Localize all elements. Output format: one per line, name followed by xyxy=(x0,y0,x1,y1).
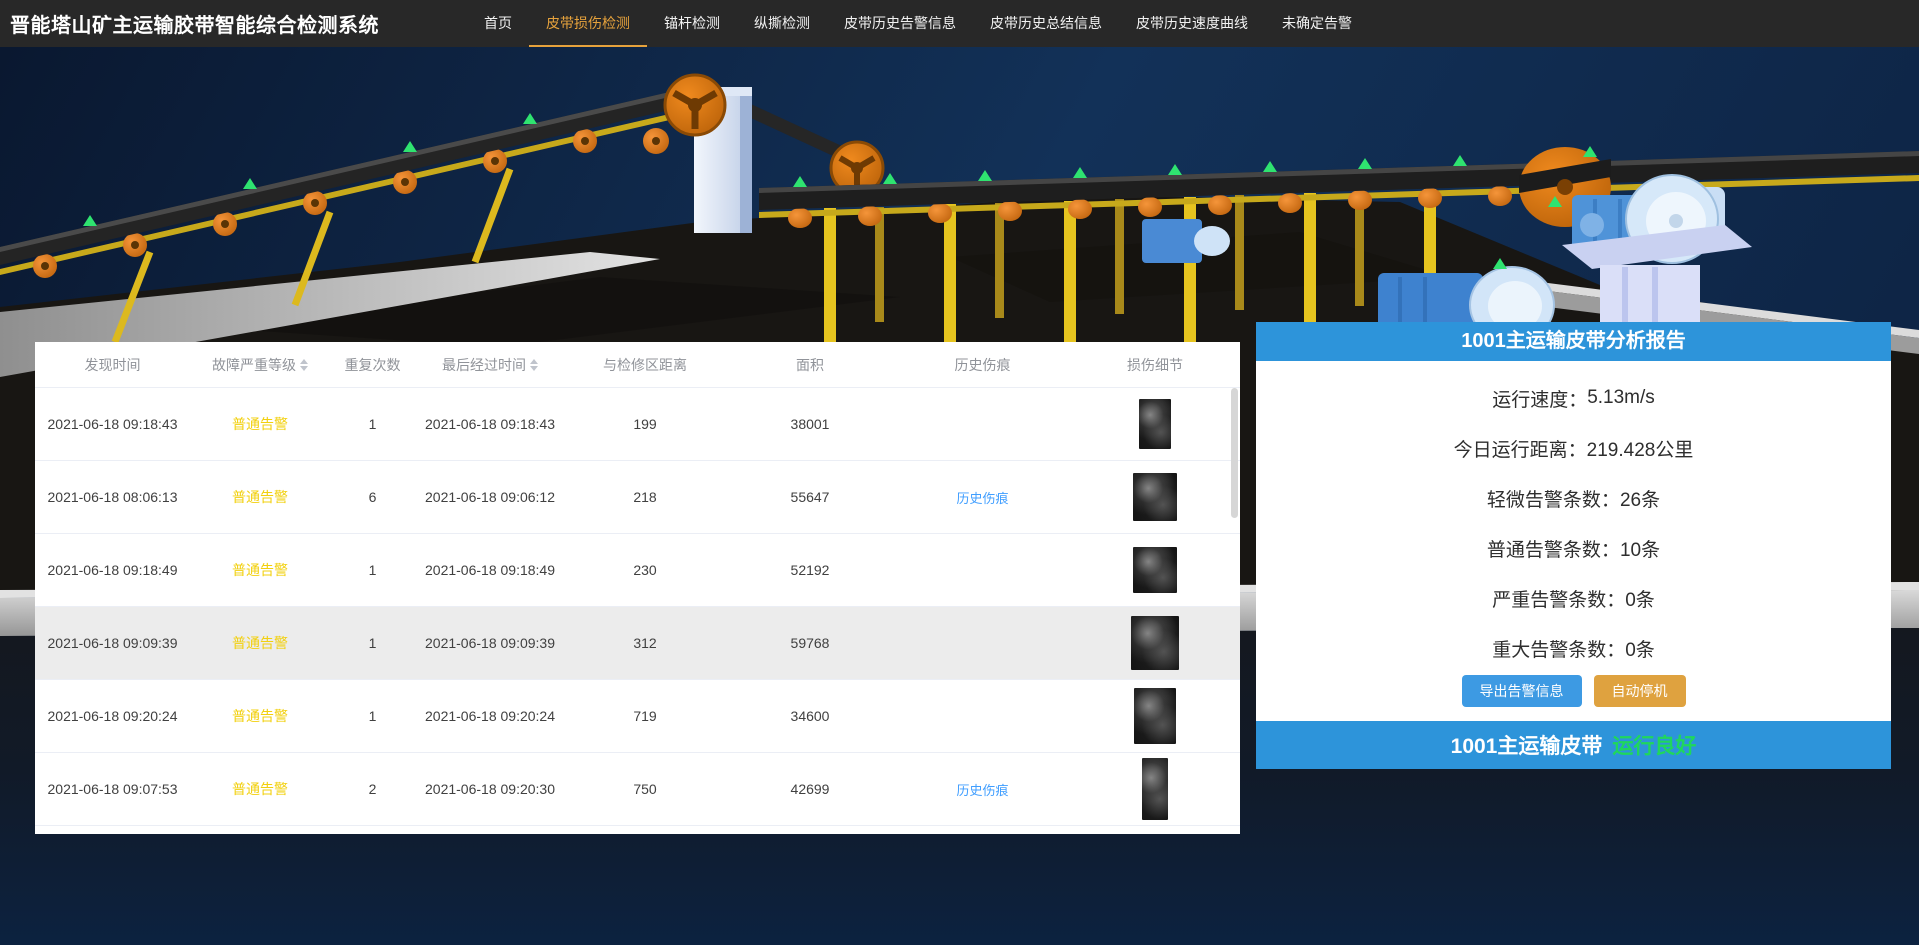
sort-caret-severity[interactable] xyxy=(300,359,308,371)
cell-time: 2021-06-18 09:18:43 xyxy=(35,416,190,432)
cell-time: 2021-06-18 09:18:49 xyxy=(35,562,190,578)
col-repeat-count: 重复次数 xyxy=(330,355,415,375)
nav-item-home[interactable]: 首页 xyxy=(467,0,529,47)
damage-thumbnail[interactable] xyxy=(1133,473,1177,521)
cell-area: 55647 xyxy=(725,489,895,505)
severity-badge: 普通告警 xyxy=(190,560,330,580)
nav-menu: 首页 皮带损伤检测 锚杆检测 纵撕检测 皮带历史告警信息 皮带历史总结信息 皮带… xyxy=(467,0,1369,47)
cell-area: 34600 xyxy=(725,708,895,724)
report-footer: 1001主运输皮带 运行良好 xyxy=(1256,721,1891,769)
cell-area: 52192 xyxy=(725,562,895,578)
history-scar-link[interactable]: 历史伤痕 xyxy=(956,491,1008,506)
table-row[interactable]: 2021-06-18 09:18:43 普通告警 1 2021-06-18 09… xyxy=(35,388,1240,461)
col-damage-detail: 损伤细节 xyxy=(1070,355,1240,375)
col-history-scar: 历史伤痕 xyxy=(895,355,1070,375)
severity-badge: 普通告警 xyxy=(190,633,330,653)
cell-last-time: 2021-06-18 09:20:24 xyxy=(415,708,565,724)
nav-item-history-speed-curve[interactable]: 皮带历史速度曲线 xyxy=(1119,0,1265,47)
cell-distance: 199 xyxy=(565,416,725,432)
cell-repeat: 1 xyxy=(330,708,415,724)
cell-repeat: 1 xyxy=(330,416,415,432)
report-body: 运行速度：5.13m/s 今日运行距离：219.428公里 轻微告警条数：26条… xyxy=(1256,361,1891,721)
cell-distance: 218 xyxy=(565,489,725,505)
table-row[interactable]: 2021-06-18 09:18:49 普通告警 1 2021-06-18 09… xyxy=(35,534,1240,607)
table-scrollbar[interactable] xyxy=(1231,388,1238,518)
cell-last-time: 2021-06-18 09:18:49 xyxy=(415,562,565,578)
cell-last-time: 2021-06-18 09:18:43 xyxy=(415,416,565,432)
metric-distance-today: 今日运行距离：219.428公里 xyxy=(1256,423,1891,473)
cell-area: 59768 xyxy=(725,635,895,651)
col-last-pass-time: 最后经过时间 xyxy=(415,355,565,375)
cell-distance: 719 xyxy=(565,708,725,724)
cell-distance: 312 xyxy=(565,635,725,651)
severity-badge: 普通告警 xyxy=(190,779,330,799)
export-alarm-info-button[interactable]: 导出告警信息 xyxy=(1462,675,1582,707)
report-title: 1001主运输皮带分析报告 xyxy=(1256,322,1891,361)
damage-thumbnail[interactable] xyxy=(1133,547,1177,593)
col-area: 面积 xyxy=(725,355,895,375)
col-fault-severity: 故障严重等级 xyxy=(190,355,330,375)
table-row[interactable]: 2021-06-18 09:07:53 普通告警 2 2021-06-18 09… xyxy=(35,753,1240,826)
cell-last-time: 2021-06-18 09:06:12 xyxy=(415,489,565,505)
nav-item-unconfirmed-alarm[interactable]: 未确定告警 xyxy=(1265,0,1369,47)
severity-badge: 普通告警 xyxy=(190,706,330,726)
metric-normal-alarms: 普通告警条数：10条 xyxy=(1256,523,1891,573)
severity-badge: 普通告警 xyxy=(190,487,330,507)
table-row[interactable]: 2021-06-18 09:20:24 普通告警 1 2021-06-18 09… xyxy=(35,680,1240,753)
cell-area: 38001 xyxy=(725,416,895,432)
auto-stop-button[interactable]: 自动停机 xyxy=(1594,675,1686,707)
cell-last-time: 2021-06-18 09:09:39 xyxy=(415,635,565,651)
nav-item-history-alarm-info[interactable]: 皮带历史告警信息 xyxy=(827,0,973,47)
sort-caret-last-time[interactable] xyxy=(530,359,538,371)
metric-severe-value: 0条 xyxy=(1625,585,1655,612)
cell-area: 42699 xyxy=(725,781,895,797)
cell-distance: 230 xyxy=(565,562,725,578)
nav-item-belt-damage-detection[interactable]: 皮带损伤检测 xyxy=(529,0,647,47)
metric-normal-value: 10条 xyxy=(1620,535,1660,562)
metric-major-alarms: 重大告警条数：0条 xyxy=(1256,623,1891,673)
metric-distance-value: 219.428公里 xyxy=(1587,435,1694,462)
damage-table-card: 发现时间 故障严重等级 重复次数 最后经过时间 与检修区距离 面积 历史伤痕 损… xyxy=(35,342,1240,834)
damage-thumbnail[interactable] xyxy=(1142,758,1168,820)
nav-item-history-summary-info[interactable]: 皮带历史总结信息 xyxy=(973,0,1119,47)
cell-distance: 750 xyxy=(565,781,725,797)
table-row[interactable]: 2021-06-18 08:06:13 普通告警 6 2021-06-18 09… xyxy=(35,461,1240,534)
top-nav: 晋能塔山矿主运输胶带智能综合检测系统 首页 皮带损伤检测 锚杆检测 纵撕检测 皮… xyxy=(0,0,1919,47)
damage-thumbnail[interactable] xyxy=(1139,399,1171,449)
cell-time: 2021-06-18 09:09:39 xyxy=(35,635,190,651)
history-scar-link[interactable]: 历史伤痕 xyxy=(956,783,1008,798)
damage-thumbnail[interactable] xyxy=(1131,616,1179,670)
damage-thumbnail[interactable] xyxy=(1134,688,1176,744)
table-row[interactable]: 2021-06-18 09:09:39 普通告警 1 2021-06-18 09… xyxy=(35,607,1240,680)
belt-status: 运行良好 xyxy=(1612,730,1696,760)
table-row[interactable]: 2021-06-18 09:41:06 普通告警 1 2021-06-18 09… xyxy=(35,826,1240,834)
cell-time: 2021-06-18 09:07:53 xyxy=(35,781,190,797)
report-actions: 导出告警信息 自动停机 xyxy=(1256,675,1891,707)
metric-minor-alarms: 轻微告警条数：26条 xyxy=(1256,473,1891,523)
cell-last-time: 2021-06-18 09:20:30 xyxy=(415,781,565,797)
belt-name: 1001主运输皮带 xyxy=(1451,730,1603,760)
damage-table-header: 发现时间 故障严重等级 重复次数 最后经过时间 与检修区距离 面积 历史伤痕 损… xyxy=(35,342,1240,388)
metric-speed: 运行速度：5.13m/s xyxy=(1256,373,1891,423)
belt-report-panel: 1001主运输皮带分析报告 运行速度：5.13m/s 今日运行距离：219.42… xyxy=(1256,322,1891,769)
cell-time: 2021-06-18 08:06:13 xyxy=(35,489,190,505)
severity-badge: 普通告警 xyxy=(190,414,330,434)
cell-repeat: 1 xyxy=(330,562,415,578)
col-discovery-time: 发现时间 xyxy=(35,355,190,375)
cell-time: 2021-06-18 09:20:24 xyxy=(35,708,190,724)
cell-repeat: 6 xyxy=(330,489,415,505)
col-distance: 与检修区距离 xyxy=(565,355,725,375)
nav-item-anchor-detection[interactable]: 锚杆检测 xyxy=(647,0,737,47)
app-title: 晋能塔山矿主运输胶带智能综合检测系统 xyxy=(10,0,379,47)
metric-severe-alarms: 严重告警条数：0条 xyxy=(1256,573,1891,623)
cell-repeat: 1 xyxy=(330,635,415,651)
nav-item-tear-detection[interactable]: 纵撕检测 xyxy=(737,0,827,47)
metric-major-value: 0条 xyxy=(1625,635,1655,662)
cell-repeat: 2 xyxy=(330,781,415,797)
metric-minor-value: 26条 xyxy=(1620,485,1660,512)
metric-speed-value: 5.13m/s xyxy=(1587,387,1655,409)
